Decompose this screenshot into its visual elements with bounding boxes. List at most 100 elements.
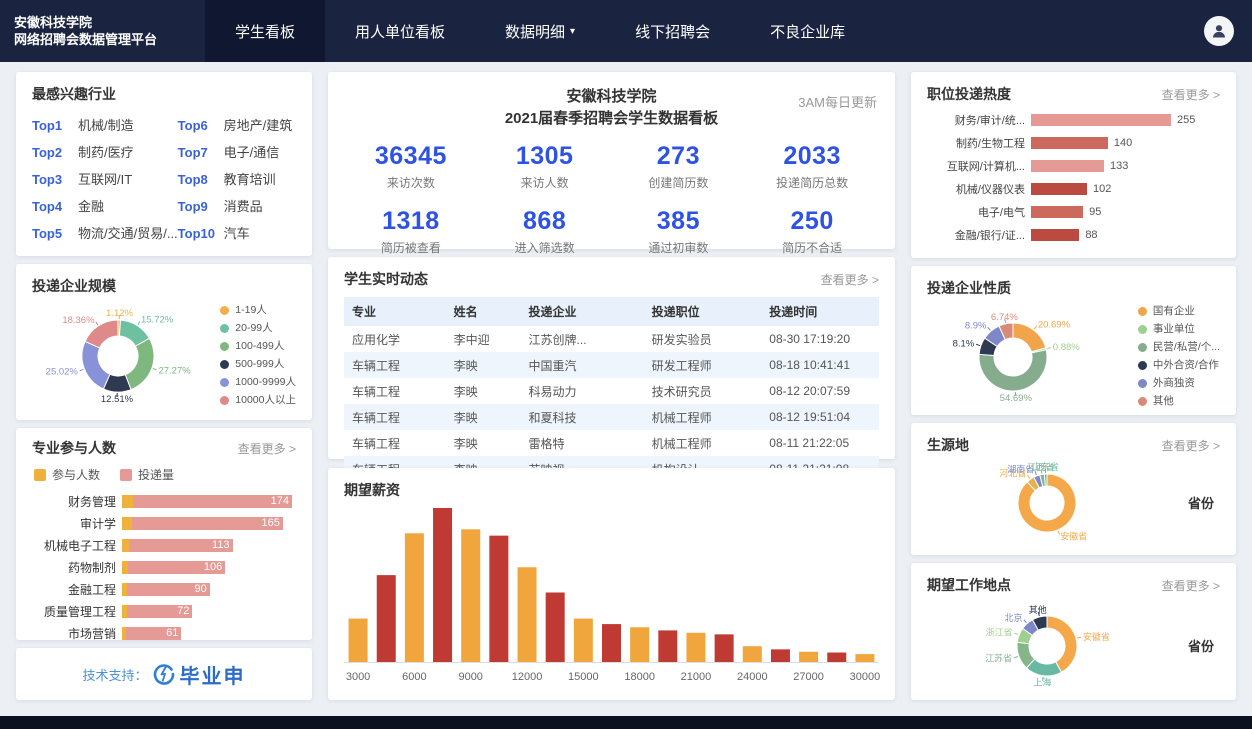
industry-rank-item: Top2制药/医疗 [32,139,178,166]
position-label: 制药/生物工程 [927,135,1025,151]
histogram-bar [349,619,368,662]
legend-label: 20-99人 [235,319,272,337]
view-more-link[interactable]: 查看更多 > [821,271,879,288]
view-more-link[interactable]: 查看更多 > [1162,577,1220,594]
stat-label: 投递简历总数 [745,174,879,191]
table-column-header: 投递职位 [644,297,762,326]
table-cell: 车辆工程 [344,430,446,456]
table-cell: 应用化学 [344,326,446,352]
industry-label: 金融 [78,199,104,214]
bar-value: 88 [1085,229,1097,241]
card-title: 生源地 [927,435,969,455]
donut-label: 15.72% [141,315,174,326]
submissions-bar: 165 [132,517,283,530]
table-cell: 08-11 21:22:05 [761,430,879,456]
industry-rank-item: Top6房地产/建筑 [178,112,296,139]
work-location-donut-chart: 安徽省上海江苏省浙江省北京其他 [927,599,1152,691]
participants-bar [122,539,129,552]
legend-item: 参与人数 [34,466,100,483]
industry-rank: Top10 [178,220,224,247]
stat-value: 273 [612,142,746,171]
major-label: 审计学 [32,515,116,532]
stat-label: 来访次数 [344,174,478,191]
table-cell: 李映 [446,430,521,456]
card-company-scale: 投递企业规模 1.12%15.72%27.27%12.51%25.02%18.3… [16,264,312,420]
histogram-bar [799,652,818,662]
table-cell: 中国重汽 [521,352,644,378]
x-axis-tick-label: 15000 [568,671,599,683]
table-cell: 08-12 19:51:04 [761,404,879,430]
x-axis-tick-label: 12000 [512,671,543,683]
table-cell: 技术研究员 [644,378,762,404]
major-bar-row: 财务管理174 [32,491,296,512]
company-scale-donut-chart: 1.12%15.72%27.27%12.51%25.02%18.36% [32,300,204,410]
stat-item: 868进入筛选数 [478,207,612,256]
company-nature-donut-chart: 20.69%0.88%54.69%8.1%8.9%6.74% [927,305,1109,408]
industry-rank: Top9 [178,193,224,220]
legend-label: 投递量 [138,466,174,483]
donut-segment [125,338,154,389]
histogram-bar [602,624,621,662]
legend-dot [1138,325,1147,334]
card-tech-support: 技术支持： 毕业申 [16,648,312,700]
legend-label: 国有企业 [1153,302,1195,320]
user-avatar[interactable] [1204,16,1234,46]
view-more-link[interactable]: 查看更多 > [1162,86,1220,103]
bar-value: 102 [1093,183,1111,195]
bar-value: 90 [194,583,206,596]
industry-rank: Top8 [178,166,224,193]
donut-label: 1.12% [106,308,133,319]
card-expected-salary: 期望薪资 30006000900012000150001800021000240… [328,468,895,700]
position-label: 金融/银行/证... [927,227,1025,243]
table-column-header: 姓名 [446,297,521,326]
histogram-bar [574,619,593,662]
table-column-header: 投递企业 [521,297,644,326]
stat-item: 2033 投递简历总数 [745,142,879,191]
stat-value: 1318 [344,207,478,236]
legend-item: 1-19人 [220,301,296,319]
dashboard-page: 安徽科技学院 网络招聘会数据管理平台 学生看板用人单位看板数据明细▾线下招聘会不… [0,0,1252,729]
nav-item-employer-dashboard[interactable]: 用人单位看板 [325,0,475,62]
nav-item-data-details[interactable]: 数据明细▾ [475,0,605,62]
card-overview-stats: 安徽科技学院 2021届春季招聘会学生数据看板 3AM每日更新 36345来访次… [328,72,895,249]
nav-item-offline-job-fair[interactable]: 线下招聘会 [605,0,740,62]
histogram-bar [433,508,452,662]
view-more-link[interactable]: 查看更多 > [238,440,296,457]
legend-item: 投递量 [120,466,174,483]
legend-label: 1000-9999人 [235,373,296,391]
table-row: 车辆工程李映中国重汽研发工程师08-18 10:41:41 [344,352,879,378]
stat-value: 2033 [745,142,879,171]
table-cell: 李映 [446,378,521,404]
table-column-header: 专业 [344,297,446,326]
participants-bar [122,517,132,530]
table-cell: 研发工程师 [644,352,762,378]
bar-value: 133 [1110,160,1128,172]
logo-line2: 网络招聘会数据管理平台 [14,31,187,48]
table-cell: 08-12 20:07:59 [761,378,879,404]
legend-dot [1138,379,1147,388]
table-cell: 车辆工程 [344,404,446,430]
legend-item: 20-99人 [220,319,296,337]
histogram-bar [771,649,790,662]
card-title: 期望薪资 [344,480,400,500]
view-more-link[interactable]: 查看更多 > [1162,437,1220,454]
position-heat-chart: 财务/审计/统...255制药/生物工程140互联网/计算机...133机械/仪… [927,108,1220,246]
table-header-row: 专业姓名投递企业投递职位投递时间 [344,297,879,326]
stat-label: 创建简历数 [612,174,746,191]
stat-item: 1305来访人数 [478,142,612,191]
nav-item-student-dashboard[interactable]: 学生看板 [205,0,325,62]
x-axis-tick-label: 18000 [624,671,655,683]
table-cell: 08-30 17:19:20 [761,326,879,352]
nav-item-bad-company-db[interactable]: 不良企业库 [740,0,875,62]
bar-track: 113 [122,539,233,552]
table-row: 车辆工程李映科易动力技术研究员08-12 20:07:59 [344,378,879,404]
bar-track: 174 [122,495,292,508]
stat-label: 通过初审数 [612,239,746,256]
biyeshen-logo-icon [152,662,176,686]
bar-value: 140 [1114,137,1132,149]
submissions-bar: 72 [127,605,193,618]
legend-label: 参与人数 [52,466,100,483]
bar-track: 61 [122,627,181,640]
donut-label: 其他 [1029,604,1047,615]
legend-item: 10000人以上 [220,391,296,409]
